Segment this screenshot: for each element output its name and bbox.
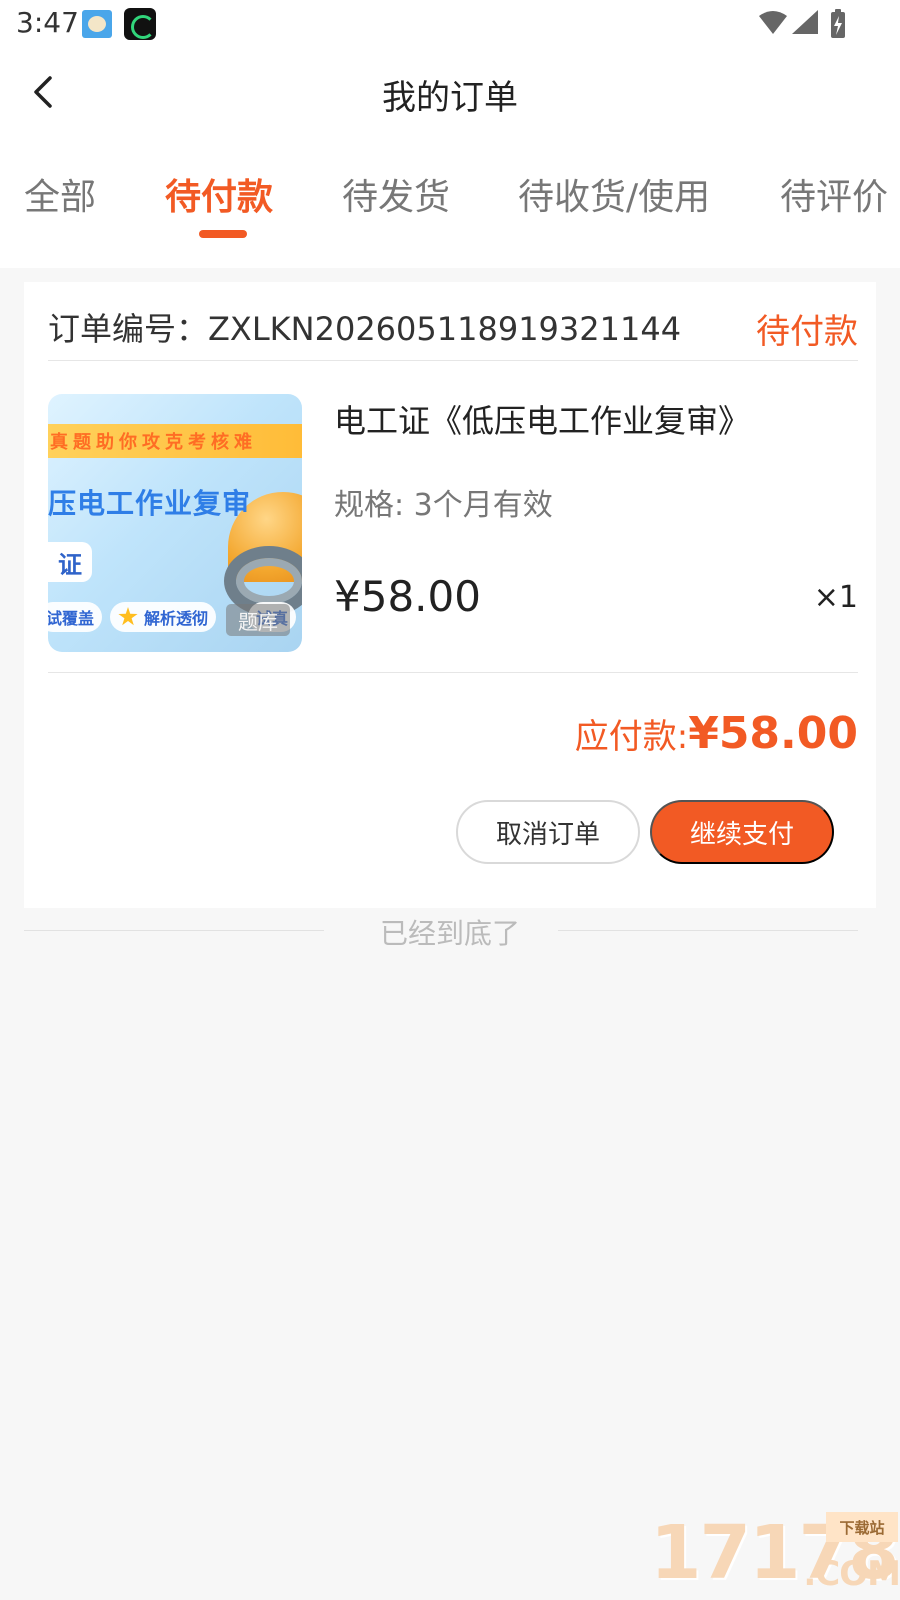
thumbnail-feature-2: 解析透彻 — [110, 602, 217, 632]
tab-all[interactable]: 全部 — [24, 168, 96, 220]
tab-pending-shipment[interactable]: 待发货 — [342, 168, 450, 220]
tab-pending-receipt-use[interactable]: 待收货/使用 — [518, 168, 710, 220]
signal-icon — [792, 10, 818, 34]
question-bank-tag: 题库 — [226, 604, 290, 636]
product-spec: 规格: 3个月有效 — [334, 488, 553, 523]
thumbnail-banner: 真题助你攻克考核难 — [48, 424, 302, 458]
app-avatar-icon — [82, 10, 112, 38]
payable-label: 应付款: — [574, 717, 689, 757]
watermark-domain: .COM — [803, 1554, 900, 1594]
site-watermark: 17178 下载站 .COM — [650, 1500, 900, 1600]
end-of-list: 已经到底了 — [0, 906, 900, 952]
wifi-icon — [759, 11, 787, 34]
tab-pending-payment[interactable]: 待付款 — [165, 168, 273, 220]
order-card: 订单编号：ZXLKN202605118919321144 待付款 真题助你攻克考… — [24, 282, 876, 908]
payable-amount: ¥58.00 — [688, 708, 858, 759]
battery-icon — [831, 9, 845, 38]
active-tab-indicator — [199, 230, 247, 238]
product-divider — [48, 672, 858, 673]
order-status: 待付款 — [756, 312, 858, 352]
product-title[interactable]: 电工证《低压电工作业复审》 — [334, 396, 750, 442]
watermark-subtitle: 下载站 — [826, 1512, 898, 1542]
app-moon-icon — [124, 8, 156, 40]
tab-pending-review[interactable]: 待评价 — [780, 168, 888, 220]
thumbnail-headline: 压电工作业复审 — [48, 487, 252, 520]
order-number: 订单编号：ZXLKN202605118919321144 — [48, 310, 682, 348]
star-icon — [118, 607, 138, 626]
end-of-list-text: 已经到底了 — [379, 917, 520, 950]
thumbnail-feature-2-label: 解析透彻 — [144, 609, 209, 628]
thumbnail-feature-1: 试覆盖 — [48, 602, 103, 632]
product-price: ¥58.00 — [334, 572, 481, 621]
product-quantity: ×1 — [813, 580, 858, 615]
cancel-order-button[interactable]: 取消订单 — [456, 800, 640, 864]
page-title: 我的订单 — [382, 78, 518, 118]
app-header: 我的订单 — [0, 48, 900, 138]
order-tabs: 全部 待付款 待发货 待收货/使用 待评价 — [0, 138, 900, 268]
status-time: 3:47 — [16, 6, 79, 39]
continue-payment-button[interactable]: 继续支付 — [650, 800, 834, 864]
status-bar: 3:47 — [0, 0, 900, 48]
product-thumbnail[interactable]: 真题助你攻克考核难 压电工作业复审 证 试覆盖 解析透彻 试真 题库 — [48, 394, 302, 652]
thumbnail-badge: 证 — [48, 542, 92, 582]
payable-amount-row: 应付款:¥58.00 — [575, 708, 858, 759]
header-divider — [48, 360, 858, 361]
